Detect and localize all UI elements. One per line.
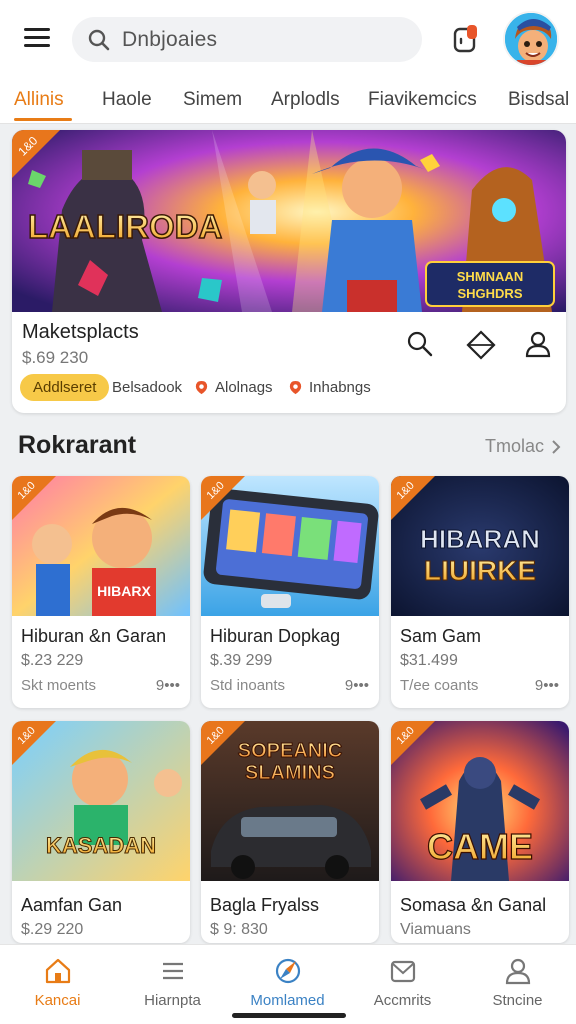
nav-list[interactable]: Hiarnpta xyxy=(115,945,230,1024)
active-tab-indicator xyxy=(14,118,72,121)
more-options-icon[interactable]: 9••• xyxy=(345,677,369,694)
avatar[interactable] xyxy=(503,11,559,67)
game-thumbnail: SOPEANIC SLAMINS 1&0 xyxy=(201,721,379,881)
game-subtitle: Std inoants xyxy=(210,677,286,694)
game-card[interactable]: 1&0 Hiburan Dopkag $.39 299 Std inoants … xyxy=(201,476,379,708)
search-icon xyxy=(88,29,110,50)
game-subtitle: Skt moents xyxy=(21,677,97,694)
nav-label: Momlamed xyxy=(250,992,325,1009)
svg-text:LIUIRKE: LIUIRKE xyxy=(424,555,536,586)
chevron-right-icon xyxy=(552,439,561,454)
game-title: Sam Gam xyxy=(400,626,482,646)
svg-text:HIBARAN: HIBARAN xyxy=(420,524,540,554)
location-pin-icon xyxy=(289,380,302,395)
see-more-link[interactable]: Tmolac xyxy=(485,436,564,457)
search-placeholder: Dnbjoaies xyxy=(122,27,218,51)
svg-text:CAME: CAME xyxy=(427,826,533,867)
user-icon xyxy=(505,958,531,985)
compass-icon xyxy=(275,958,301,984)
list-icon xyxy=(163,962,183,980)
more-options-icon[interactable]: 9••• xyxy=(535,677,559,694)
game-thumbnail: HIBARAN LIUIRKE 1&0 xyxy=(391,476,569,616)
game-card[interactable]: KASADAN 1&0 Aamfan Gan $.29 220 xyxy=(12,721,190,943)
tab-4[interactable]: Arplodls xyxy=(271,89,340,111)
svg-text:KASADAN: KASADAN xyxy=(46,833,156,858)
top-bar: Dnbjoaies xyxy=(0,0,576,78)
game-price: $.29 220 xyxy=(21,921,84,938)
featured-title: Maketsplacts xyxy=(22,321,139,343)
game-thumbnail: CAME 1&0 xyxy=(391,721,569,881)
chip-tag[interactable]: Alolnags xyxy=(194,379,273,396)
game-thumbnail: KASADAN 1&0 xyxy=(12,721,190,881)
svg-text:HIBARX: HIBARX xyxy=(97,583,151,599)
tab-6[interactable]: Bisdsal xyxy=(508,89,569,111)
search-icon[interactable] xyxy=(406,330,434,358)
search-input[interactable]: Dnbjoaies xyxy=(72,17,422,62)
featured-banner-image: LAALIRODA SHMNAAN SHGHDRS 1&0 xyxy=(12,130,566,312)
user-icon[interactable] xyxy=(524,330,552,358)
chip-label: Inhabngs xyxy=(309,379,371,396)
nav-home[interactable]: Kancai xyxy=(0,945,115,1024)
chip-tag[interactable]: Belsadook xyxy=(112,379,182,396)
svg-text:SLAMINS: SLAMINS xyxy=(245,762,335,784)
game-card[interactable]: CAME 1&0 Somasa &n Ganal Viamuans xyxy=(391,721,569,943)
tab-5[interactable]: Fiavikemcics xyxy=(368,89,477,111)
tab-3[interactable]: Simem xyxy=(183,89,242,111)
featured-price: $.69 230 xyxy=(22,348,89,367)
nav-label: Kancai xyxy=(34,992,81,1009)
game-card[interactable]: SOPEANIC SLAMINS 1&0 Bagla Fryalss $ 9: … xyxy=(201,721,379,943)
game-subtitle: T/ee coants xyxy=(400,677,479,694)
nav-label: Stncine xyxy=(492,992,543,1009)
nav-label: Hiarnpta xyxy=(144,992,201,1009)
location-pin-icon xyxy=(195,380,208,395)
game-title: Hiburan &n Garan xyxy=(21,626,167,646)
tab-all[interactable]: Allinis xyxy=(14,89,64,111)
game-title: Hiburan Dopkag xyxy=(210,626,341,646)
tab-2[interactable]: Haole xyxy=(102,89,152,111)
game-price: $.23 229 xyxy=(21,652,84,669)
svg-text:SHMNAAN: SHMNAAN xyxy=(457,269,523,284)
game-card[interactable]: HIBARAN LIUIRKE 1&0 Sam Gam $31.499 T/ee… xyxy=(391,476,569,708)
game-thumbnail: HIBARX 1&0 xyxy=(12,476,190,616)
game-subtitle: Viamuans xyxy=(400,921,471,938)
svg-text:SOPEANIC: SOPEANIC xyxy=(238,740,342,762)
featured-card[interactable]: LAALIRODA SHMNAAN SHGHDRS 1&0 Maketsplac… xyxy=(12,130,566,413)
chip-tag[interactable]: Inhabngs xyxy=(288,379,371,396)
game-price: $.39 299 xyxy=(210,652,273,669)
bottom-navigation: Kancai Hiarnpta Momlamed Accmrits Stncin… xyxy=(0,944,576,1024)
svg-text:SHGHDRS: SHGHDRS xyxy=(457,286,522,301)
menu-icon[interactable] xyxy=(24,28,50,48)
home-icon xyxy=(45,958,71,984)
chip-tag-selected[interactable]: Addlseret xyxy=(20,374,110,401)
more-options-icon[interactable]: 9••• xyxy=(156,677,180,694)
game-price: $31.499 xyxy=(400,652,458,669)
notification-icon[interactable] xyxy=(452,24,480,54)
svg-text:LAALIRODA: LAALIRODA xyxy=(28,208,222,245)
game-thumbnail: 1&0 xyxy=(201,476,379,616)
chip-label: Belsadook xyxy=(112,379,183,396)
game-title: Bagla Fryalss xyxy=(210,895,320,915)
nav-messages[interactable]: Accmrits xyxy=(345,945,460,1024)
diamond-icon[interactable] xyxy=(466,330,496,360)
mail-icon xyxy=(390,960,416,983)
nav-profile[interactable]: Stncine xyxy=(460,945,575,1024)
home-indicator xyxy=(232,1013,346,1018)
nav-label: Accmrits xyxy=(373,992,432,1009)
category-tabs: Allinis Haole Simem Arplodls Fiavikemcic… xyxy=(0,78,576,124)
chip-label: Alolnags xyxy=(215,379,273,396)
game-title: Somasa &n Ganal xyxy=(400,895,547,915)
section-title: Rokrarant xyxy=(18,431,137,459)
see-more-label: Tmolac xyxy=(485,436,545,456)
game-title: Aamfan Gan xyxy=(21,895,123,915)
game-price: $ 9: 830 xyxy=(210,921,268,938)
game-card[interactable]: HIBARX 1&0 Hiburan &n Garan $.23 229 Skt… xyxy=(12,476,190,708)
